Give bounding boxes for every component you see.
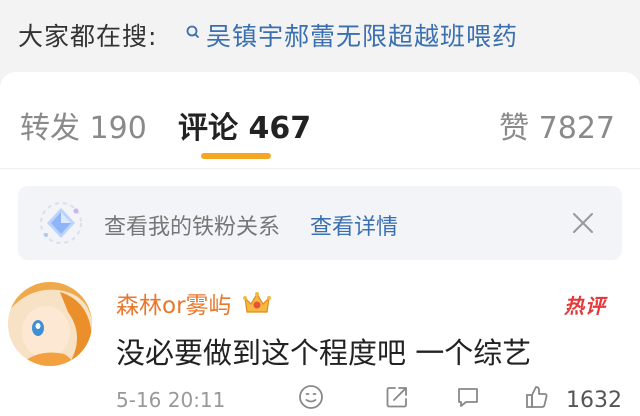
trending-search-link[interactable]: 吴镇宇郝蕾无限超越班喂药 <box>182 17 518 53</box>
tab-like[interactable]: 赞 7827 <box>499 103 615 147</box>
comment-item: 森林or雾屿 热评 没必要做到这个程度吧 一个综艺 5-16 20:11 163… <box>0 272 640 416</box>
comment-text: 没必要做到这个程度吧 一个综艺 <box>116 336 532 370</box>
like-count: 1632 <box>566 388 622 413</box>
trending-label: 大家都在搜: <box>18 22 158 51</box>
timestamp: 5-16 20:11 <box>116 388 226 412</box>
tab-comment[interactable]: 评论 467 <box>178 103 311 147</box>
trending-bar: 大家都在搜: 吴镇宇郝蕾无限超越班喂药 <box>0 0 640 70</box>
fans-banner[interactable]: 查看我的铁粉关系 查看详情 <box>18 186 622 260</box>
username-row: 森林or雾屿 <box>116 286 272 320</box>
thumbs-up-icon[interactable] <box>524 384 550 410</box>
trending-query: 吴镇宇郝蕾无限超越班喂药 <box>206 22 519 51</box>
fans-text: 查看我的铁粉关系 <box>104 215 281 240</box>
search-icon <box>186 25 199 38</box>
emoji-icon[interactable] <box>298 384 324 410</box>
comment-icon[interactable] <box>455 384 481 410</box>
hot-comment-badge: 热评 <box>564 294 606 318</box>
view-details-link[interactable]: 查看详情 <box>310 209 398 241</box>
close-icon[interactable] <box>570 210 596 236</box>
active-tab-indicator <box>201 153 271 159</box>
username[interactable]: 森林or雾屿 <box>116 286 232 320</box>
comment-meta-row: 5-16 20:11 1632 <box>0 384 640 416</box>
tab-repost[interactable]: 转发 190 <box>20 103 147 147</box>
avatar[interactable] <box>8 282 92 366</box>
share-icon[interactable] <box>384 384 410 410</box>
divider <box>0 168 640 169</box>
avatar-image <box>8 282 92 366</box>
diamond-icon <box>40 202 82 244</box>
crown-icon <box>242 292 271 313</box>
